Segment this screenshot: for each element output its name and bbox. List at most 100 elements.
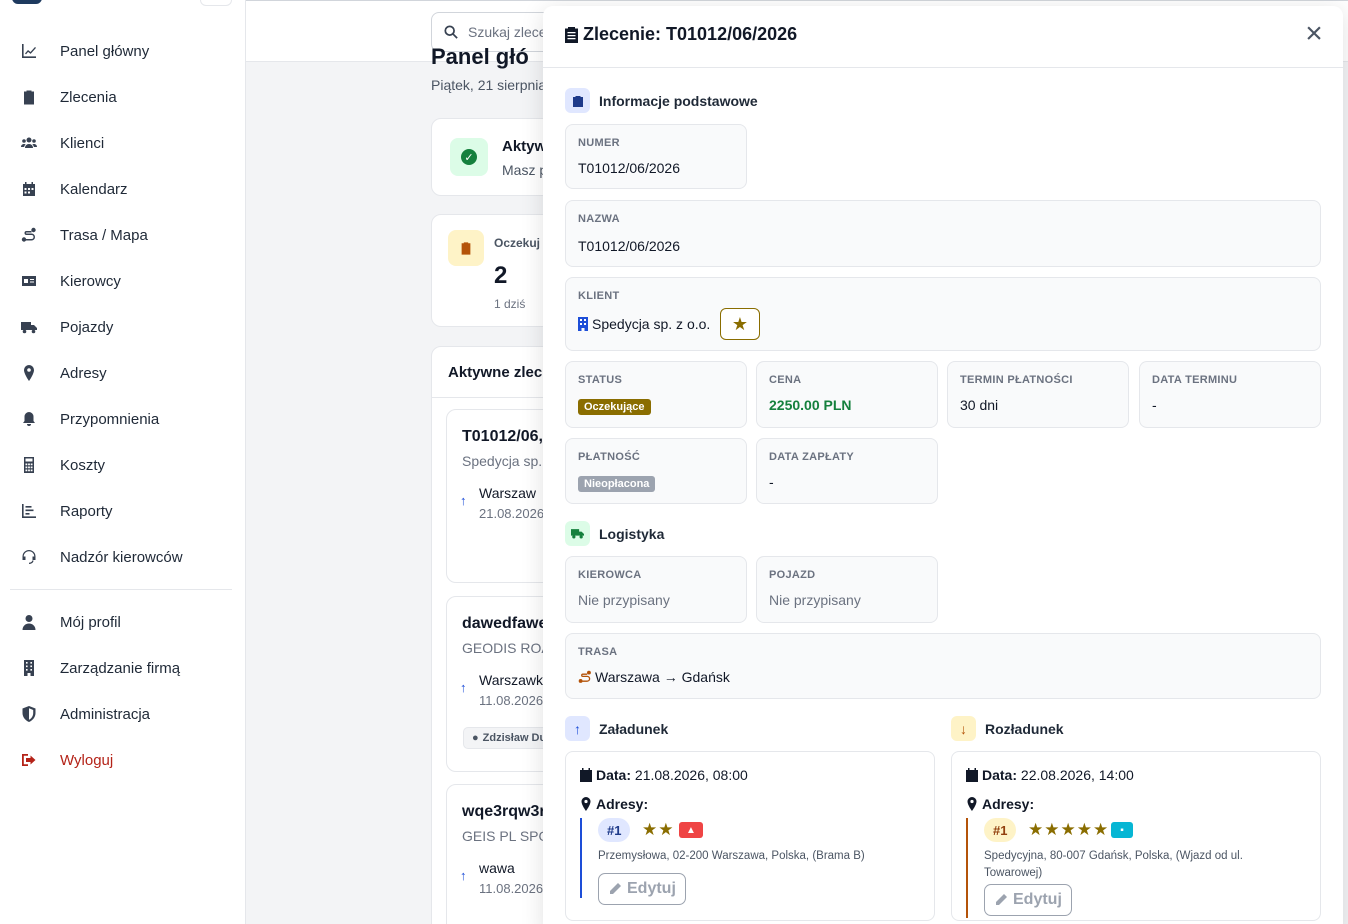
sidebar-item-profil[interactable]: Mój profil	[10, 602, 234, 642]
field-nazwa: NAZWA T01012/06/2026	[565, 200, 1321, 267]
sidebar-item-label: Raporty	[60, 502, 113, 520]
field-label: TRASA	[578, 646, 618, 658]
sidebar-item-zlecenia[interactable]: Zlecenia	[10, 77, 234, 117]
star-icon: ★	[658, 820, 675, 839]
field-value: -	[1152, 397, 1157, 413]
loading-addresses-label: Adresy:	[580, 796, 648, 812]
clipboard-icon	[20, 88, 38, 106]
field-label: NUMER	[578, 137, 620, 149]
sidebar-item-kierowcy[interactable]: Kierowcy	[10, 261, 234, 301]
order-title: dawedfawe	[462, 615, 548, 632]
field-kierowca: KIEROWCA Nie przypisany	[565, 556, 747, 623]
arrow-up-icon: ↑	[460, 680, 467, 695]
sidebar-item-label: Koszty	[60, 456, 106, 474]
address-number-badge: #1	[598, 818, 631, 842]
sidebar-item-przypomnienia[interactable]: Przypomnienia	[10, 399, 234, 439]
user-icon	[20, 613, 38, 631]
field-label: PŁATNOŚĆ	[578, 451, 641, 463]
field-numer: NUMER T01012/06/2026	[565, 124, 747, 189]
building-icon	[578, 317, 588, 331]
edit-address-button[interactable]: Edytuj	[984, 884, 1072, 916]
address-number-badge: #1	[984, 818, 1017, 842]
unloading-addresses-label: Adresy:	[966, 796, 1034, 812]
edit-address-button[interactable]: Edytuj	[598, 873, 686, 905]
sidebar-header	[0, 0, 246, 6]
favorite-star-button[interactable]: ★	[720, 308, 760, 340]
sidebar-item-adresy[interactable]: Adresy	[10, 353, 234, 393]
sidebar-item-label: Pojazdy	[60, 318, 114, 336]
driver-badge: ● Zdzisław Du	[463, 727, 556, 749]
sidebar-item-firma[interactable]: Zarządzanie firmą	[10, 648, 234, 688]
close-icon[interactable]: ×	[1301, 19, 1327, 49]
sidebar-item-raporty[interactable]: Raporty	[10, 491, 234, 531]
search-icon	[444, 25, 458, 39]
sidebar-item-label: Zlecenia	[60, 88, 117, 106]
map-pin-icon	[20, 364, 38, 382]
sidebar-item-label: Trasa / Mapa	[60, 226, 148, 244]
user-icon: ●	[472, 732, 479, 744]
sidebar-item-label: Nadzór kierowców	[60, 548, 183, 566]
sidebar-item-label: Adresy	[60, 364, 107, 382]
chart-bar-icon	[20, 502, 38, 520]
sidebar-item-administracja[interactable]: Administracja	[10, 694, 234, 734]
sidebar-item-label: Wyloguj	[60, 751, 114, 769]
order-date: 11.08.2026	[479, 881, 544, 896]
rating-stars: ★ ★ ★ ★ ★	[1028, 818, 1109, 842]
sidebar-divider	[10, 589, 232, 590]
pending-today: 1 dziś	[494, 297, 526, 311]
sidebar-item-label: Zarządzanie firmą	[60, 659, 181, 677]
section-logistics: Logistyka	[565, 521, 664, 546]
field-data-terminu: DATA TERMINU -	[1139, 361, 1321, 428]
field-platnosc: PŁATNOŚĆ Nieopłacona	[565, 438, 747, 504]
edit-label: Edytuj	[627, 880, 676, 897]
sidebar-toggle-button[interactable]	[200, 0, 232, 6]
status-badge: Oczekujące	[578, 399, 651, 415]
date-value: 21.08.2026, 08:00	[634, 767, 748, 783]
field-label: TERMIN PŁATNOŚCI	[960, 374, 1073, 386]
pending-label: Oczekuj	[494, 236, 541, 250]
sidebar-item-trasa[interactable]: Trasa / Mapa	[10, 215, 234, 255]
unloading-date: Data: 22.08.2026, 14:00	[966, 767, 1134, 783]
sidebar-item-panel[interactable]: Panel główny	[10, 31, 234, 71]
section-loading: ↑ Załadunek	[565, 716, 668, 741]
order-city: wawa	[479, 860, 515, 876]
id-card-icon	[20, 272, 38, 290]
modal-header: Zlecenie: T01012/06/2026 ×	[543, 6, 1343, 68]
field-value: Oczekujące	[578, 397, 651, 415]
order-title: T01012/06,	[462, 428, 543, 445]
star-icon: ★	[1093, 820, 1110, 839]
edit-label: Edytuj	[1013, 891, 1062, 908]
sidebar-item-label: Przypomnienia	[60, 410, 160, 428]
modal-title-text: Zlecenie: T01012/06/2026	[583, 24, 798, 44]
pencil-icon	[610, 883, 621, 894]
clipboard-icon	[565, 27, 578, 43]
clipboard-icon	[565, 88, 590, 113]
sidebar-item-pojazdy[interactable]: Pojazdy	[10, 307, 234, 347]
field-label: POJAZD	[769, 569, 816, 581]
arrow-up-icon: ↑	[460, 493, 467, 508]
sidebar-item-koszty[interactable]: Koszty	[10, 445, 234, 485]
field-label: STATUS	[578, 374, 623, 386]
sidebar-item-klienci[interactable]: Klienci	[10, 123, 234, 163]
route-icon	[20, 226, 38, 244]
loading-date: Data: 21.08.2026, 08:00	[580, 767, 748, 783]
address-line: Spedycyjna, 80-007 Gdańsk, Polska, (Wjaz…	[984, 850, 1243, 862]
sidebar-item-kalendarz[interactable]: Kalendarz	[10, 169, 234, 209]
truck-icon	[565, 521, 590, 546]
map-pin-icon	[581, 797, 591, 811]
sidebar-item-nadzor[interactable]: Nadzór kierowców	[10, 537, 234, 577]
field-value: -	[769, 474, 774, 490]
star-icon: ★	[1076, 820, 1093, 839]
payment-badge: Nieopłacona	[578, 476, 656, 492]
check-circle-icon: ✓	[450, 138, 488, 176]
field-label: KIEROWCA	[578, 569, 642, 581]
star-icon: ★	[1060, 820, 1077, 839]
sidebar-item-label: Kalendarz	[60, 180, 128, 198]
search-placeholder: Szukaj zlece	[468, 24, 547, 40]
sidebar-item-wyloguj[interactable]: Wyloguj	[10, 740, 234, 780]
date-value: 22.08.2026, 14:00	[1020, 767, 1134, 783]
order-title: wqe3rqw3r	[462, 803, 546, 820]
status-card-text: Masz p	[502, 162, 548, 178]
active-orders-title: Aktywne zlec	[448, 364, 543, 381]
order-date: 21.08.2026	[479, 506, 545, 521]
